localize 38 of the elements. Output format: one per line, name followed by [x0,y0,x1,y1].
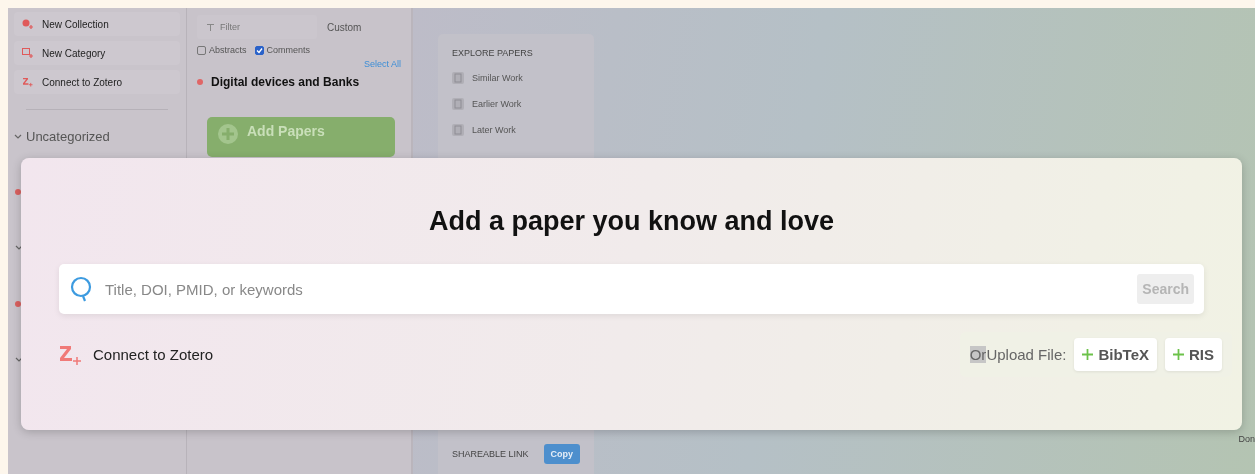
explore-item[interactable]: Similar Work [452,72,580,84]
plus-icon [1082,349,1094,360]
collection-dot [197,79,203,85]
collection-add-icon [22,19,34,29]
sidebar-button[interactable]: New Collection [14,12,180,36]
plus-circle-icon [217,123,239,145]
explore-item[interactable]: Earlier Work [452,98,580,110]
section-heading: EXPLORE PAPERS [452,48,534,58]
collection-dot [15,189,21,195]
checkbox-label: Comments [266,45,311,55]
modal-title: Add a paper you know and love [428,206,835,237]
document-icon [452,98,464,110]
chevron-icon [14,133,22,140]
plus-icon [1173,349,1184,360]
checkbox[interactable] [254,45,264,55]
category-toggle[interactable]: Uncategorized [14,129,180,144]
upload-label: Upload File: [986,346,1067,363]
upload-file-button[interactable]: RIS [1165,338,1222,371]
document-icon [452,124,464,136]
sidebar-button[interactable]: New Category [14,41,180,65]
zotero-icon [22,77,34,87]
collection-dot [15,301,21,307]
checkbox[interactable] [197,45,206,55]
share-label: SHAREABLE LINK [452,449,529,459]
sidebar-button[interactable]: Connect to Zotero [14,70,180,94]
copy-button[interactable]: Copy [543,444,580,464]
connect-zotero-button[interactable]: Connect to Zotero [59,343,214,366]
collection-title: Digital devices and Banks [211,75,360,89]
category-add-icon [22,48,34,58]
upload-prefix: Or [969,346,987,363]
upload-file-button[interactable]: BibTeX [1074,338,1157,371]
done-text[interactable]: Don [1238,434,1255,444]
zotero-icon [59,343,83,366]
document-icon [452,72,464,84]
sort-label[interactable]: Custom [327,21,362,33]
filter-icon [207,23,214,31]
checkbox-label: Abstracts [209,45,247,55]
explore-item[interactable]: Later Work [452,124,580,136]
